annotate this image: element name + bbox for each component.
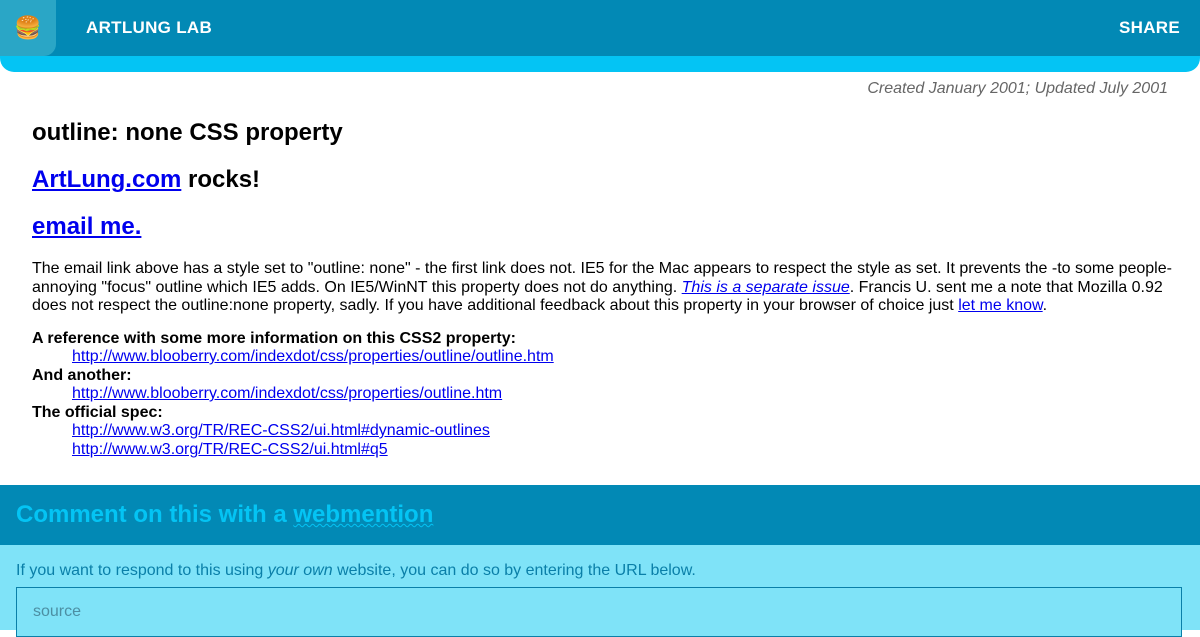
- created-updated-dates: Created January 2001; Updated July 2001: [867, 80, 1168, 97]
- reference-label: And another:: [32, 366, 132, 384]
- webmention-title-text: Comment on this with a: [16, 501, 294, 528]
- intro-emphasis: your own: [267, 562, 333, 579]
- webmention-header: Comment on this with a webmention: [0, 485, 1200, 545]
- share-button[interactable]: SHARE: [1119, 18, 1180, 38]
- explanation-paragraph: The email link above has a style set to …: [32, 260, 1172, 316]
- let-me-know-link[interactable]: let me know: [958, 297, 1042, 314]
- logo-emoji: 🍔: [14, 15, 42, 40]
- reference-link[interactable]: http://www.w3.org/TR/REC-CSS2/ui.html#dy…: [72, 422, 1172, 441]
- webmention-form: If you want to respond to this using you…: [0, 545, 1200, 637]
- webmention-title: Comment on this with a webmention: [16, 501, 433, 529]
- page-title: outline: none CSS property: [32, 119, 343, 146]
- reference-label: The official spec:: [32, 403, 163, 421]
- reference-link[interactable]: http://www.blooberry.com/indexdot/css/pr…: [72, 348, 1172, 367]
- references-list: A reference with some more information o…: [32, 330, 1172, 460]
- email-line: email me.: [32, 212, 1172, 242]
- artlung-rocks-line: ArtLung.com rocks!: [32, 165, 1172, 195]
- intro-text-2: website, you can do so by entering the U…: [332, 562, 696, 579]
- webmention-intro: If you want to respond to this using you…: [16, 562, 696, 580]
- reference-label: A reference with some more information o…: [32, 329, 516, 347]
- artlung-link[interactable]: ArtLung.com: [32, 166, 181, 193]
- site-title-link[interactable]: ARTLUNG LAB: [86, 18, 212, 38]
- email-me-link[interactable]: email me.: [32, 213, 141, 240]
- site-header: 🍔 ARTLUNG LAB SHARE: [0, 0, 1200, 56]
- para-text-3: .: [1042, 297, 1048, 314]
- article-content: outline: none CSS property ArtLung.com r…: [32, 118, 1172, 459]
- intro-text-1: If you want to respond to this using: [16, 562, 268, 579]
- reference-link[interactable]: http://www.w3.org/TR/REC-CSS2/ui.html#q5: [72, 441, 1172, 460]
- webmention-link[interactable]: webmention: [293, 501, 433, 528]
- burger-icon[interactable]: 🍔: [0, 0, 56, 56]
- rocks-text: rocks!: [181, 166, 261, 193]
- reference-link[interactable]: http://www.blooberry.com/indexdot/css/pr…: [72, 385, 1172, 404]
- separate-issue-link[interactable]: This is a separate issue: [682, 279, 850, 296]
